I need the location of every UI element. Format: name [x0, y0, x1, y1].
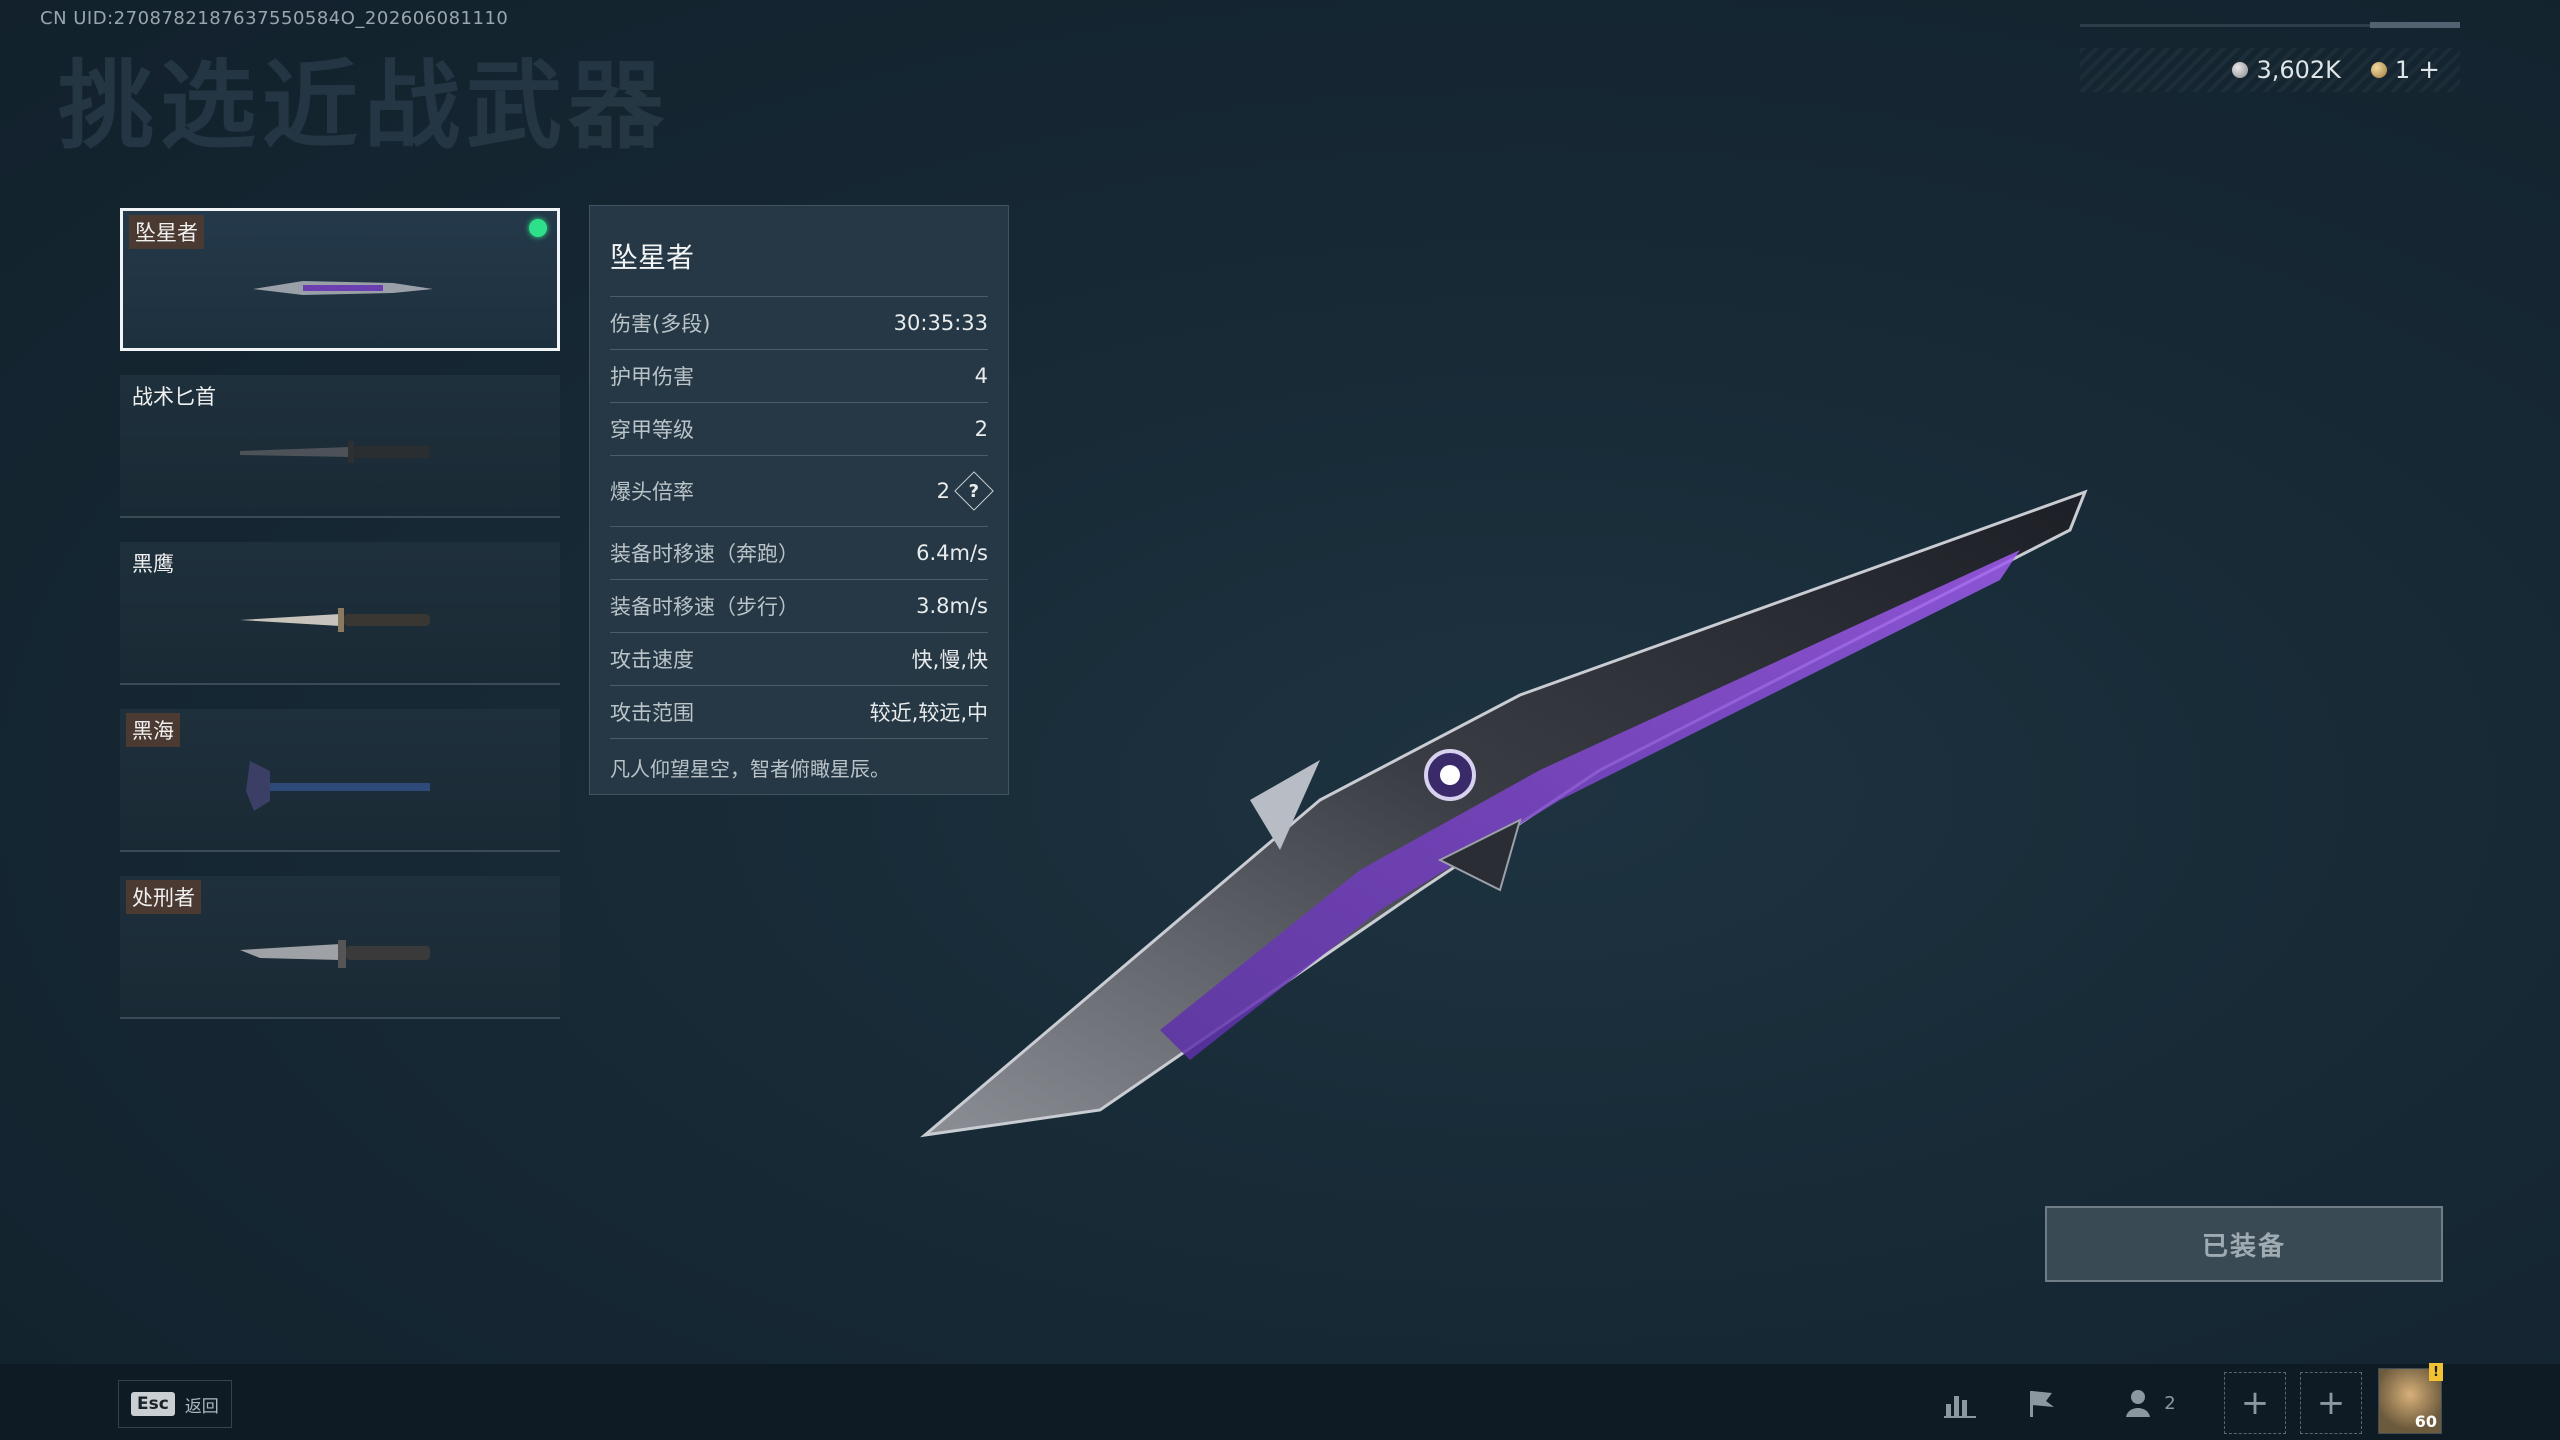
weapon-card-black-hawk[interactable]: 黑鹰 — [120, 542, 560, 685]
stat-row: 护甲伤害 4 — [610, 350, 988, 403]
esc-key: Esc — [131, 1392, 175, 1416]
fallen-star-knife-icon — [253, 281, 433, 295]
back-button[interactable]: Esc 返回 — [118, 1380, 232, 1428]
gold-amount: 1 — [2394, 56, 2411, 84]
stats-chart-icon[interactable] — [1940, 1380, 1980, 1426]
squad-button[interactable]: 2 — [2118, 1380, 2182, 1426]
stat-value: 4 — [974, 364, 988, 388]
weapon-card-black-sea[interactable]: 黑海 — [120, 709, 560, 852]
stat-row: 穿甲等级 2 — [610, 403, 988, 456]
weapon-list: 坠星者 战术匕首 黑鹰 黑海 处刑者 — [120, 208, 560, 1043]
weapon-name: 黑鹰 — [132, 552, 174, 576]
executioner-knife-icon — [240, 940, 430, 968]
equipped-button[interactable]: 已装备 — [2045, 1206, 2443, 1282]
stat-label: 装备时移速（奔跑） — [610, 542, 799, 566]
currency-bar: 3,602K 1 + — [2080, 48, 2460, 92]
silver-coin-icon — [2232, 62, 2249, 78]
stat-value: 2 — [974, 417, 988, 441]
stat-label: 爆头倍率 — [610, 480, 694, 504]
stat-label: 攻击速度 — [610, 648, 694, 672]
black-sea-axe-icon — [246, 761, 430, 811]
squad-icon — [2126, 1390, 2151, 1417]
gold-coin-icon — [2370, 62, 2387, 78]
stat-label: 伤害(多段) — [610, 312, 711, 336]
player-level: 60 — [2414, 1412, 2437, 1431]
flag-icon[interactable] — [2022, 1380, 2062, 1426]
weapon-name: 处刑者 — [126, 880, 201, 914]
weapon-name: 黑海 — [126, 713, 180, 747]
equipped-indicator — [529, 219, 547, 237]
stat-label: 攻击范围 — [610, 701, 694, 725]
weapon-preview-model — [920, 489, 2088, 1138]
squad-count: 2 — [2164, 1392, 2176, 1414]
stat-row: 伤害(多段) 30:35:33 — [610, 297, 988, 350]
weapon-card-executioner[interactable]: 处刑者 — [120, 876, 560, 1019]
stat-label: 穿甲等级 — [610, 418, 694, 442]
stats-title: 坠星者 — [610, 206, 988, 297]
black-hawk-knife-icon — [240, 608, 430, 632]
add-slot-button[interactable]: + — [2300, 1372, 2362, 1434]
notification-badge-icon: ! — [2429, 1363, 2443, 1381]
weapon-card-tactical-dagger[interactable]: 战术匕首 — [120, 375, 560, 518]
weapon-card-fallen-star[interactable]: 坠星者 — [120, 208, 560, 351]
stat-label: 装备时移速（步行） — [610, 595, 799, 619]
uid-text: CN UID:2708782187637550584O_202606081110 — [40, 8, 509, 29]
tactical-dagger-icon — [240, 441, 430, 463]
gold-currency: 1 + — [2370, 55, 2440, 85]
add-currency-icon[interactable]: + — [2418, 55, 2440, 85]
silver-currency: 3,602K — [2232, 56, 2341, 84]
back-label: 返回 — [184, 1396, 219, 1417]
add-slot-button[interactable]: + — [2224, 1372, 2286, 1434]
stat-value: 30:35:33 — [893, 311, 988, 335]
weapon-name: 战术匕首 — [132, 385, 216, 409]
page-title: 挑选近战武器 — [58, 50, 670, 162]
player-avatar[interactable]: ! 60 — [2378, 1363, 2443, 1434]
top-divider — [2080, 22, 2460, 28]
weapon-name: 坠星者 — [129, 215, 204, 249]
stat-label: 护甲伤害 — [610, 365, 694, 389]
silver-amount: 3,602K — [2256, 56, 2341, 84]
